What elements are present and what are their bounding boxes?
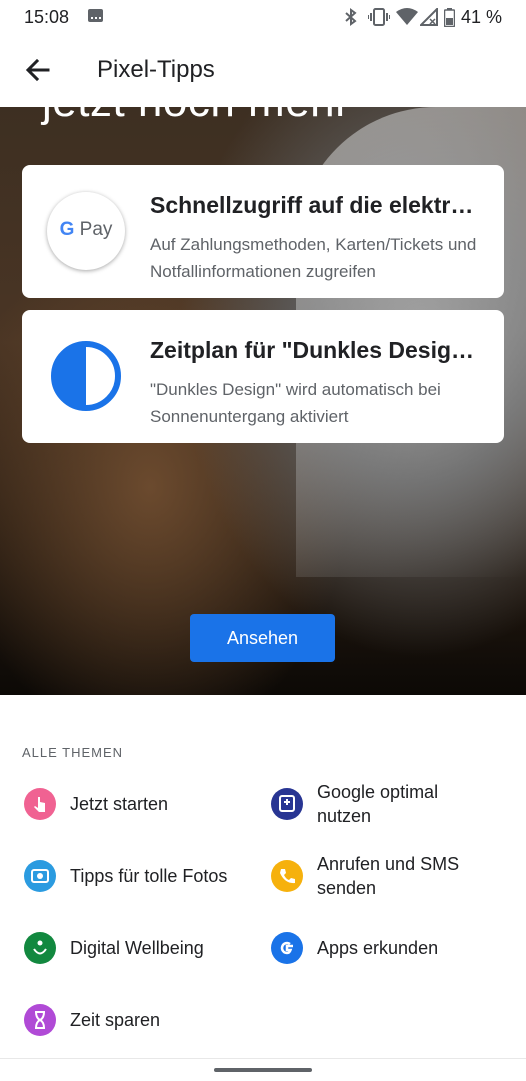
- bluetooth-icon: [343, 8, 359, 31]
- hero-headline: jetzt noch mehr: [42, 107, 350, 127]
- google-pay-icon: G Pay: [47, 192, 125, 270]
- notification-icon: [88, 9, 103, 29]
- hero-banner: jetzt noch mehr G Pay Schnellzugriff auf…: [0, 107, 526, 695]
- topic-label: Zeit sparen: [70, 1010, 161, 1030]
- topic-label: Tipps für tolle Fotos: [70, 866, 228, 886]
- camera-icon: [24, 860, 56, 892]
- topic-label: Apps erkunden: [317, 938, 439, 958]
- navigation-bar: [0, 1058, 526, 1081]
- app-bar: Pixel-Tipps: [0, 34, 526, 107]
- vibrate-icon: [367, 8, 391, 31]
- view-button[interactable]: Ansehen: [190, 614, 335, 662]
- phone-icon: [271, 860, 303, 892]
- topic-get-started[interactable]: Jetzt starten: [24, 788, 244, 828]
- google-pay-logo-g: G: [59, 219, 75, 240]
- battery-icon: [443, 8, 456, 32]
- wellbeing-icon: [24, 932, 56, 964]
- tip-card-title: Schnellzugriff auf die elektr…: [150, 192, 474, 218]
- cell-signal-icon: [418, 6, 438, 31]
- page-title: Pixel-Tipps: [97, 56, 215, 83]
- tip-card-title: Zeitplan für "Dunkles Desig…: [150, 337, 475, 363]
- topic-apps[interactable]: Apps erkunden: [271, 932, 511, 972]
- tip-card-dark-theme[interactable]: Zeitplan für "Dunkles Desig… "Dunkles De…: [22, 310, 504, 443]
- topic-label: Anrufen und SMS senden: [317, 854, 460, 898]
- topic-calls-sms[interactable]: Anrufen und SMS senden: [271, 854, 511, 908]
- tip-card-google-pay[interactable]: G Pay Schnellzugriff auf die elektr… Auf…: [22, 165, 504, 298]
- arrow-back-icon[interactable]: [22, 54, 54, 86]
- status-time: 15:08: [24, 7, 70, 27]
- topic-label: Jetzt starten: [70, 794, 169, 814]
- status-bar: 15:08 41 %: [0, 0, 526, 34]
- google-g-icon: [271, 932, 303, 964]
- topic-photos[interactable]: Tipps für tolle Fotos: [24, 860, 254, 900]
- tip-card-description: "Dunkles Design" wird automatisch bei So…: [150, 380, 441, 426]
- tip-card-description: Auf Zahlungsmethoden, Karten/Tickets und…: [150, 235, 477, 281]
- home-gesture-handle[interactable]: [214, 1068, 312, 1072]
- section-title-all-topics: ALLE THEMEN: [22, 745, 124, 760]
- topic-google[interactable]: Google optimal nutzen: [271, 782, 511, 836]
- dark-theme-icon: [49, 339, 123, 413]
- topic-save-time[interactable]: Zeit sparen: [24, 1004, 254, 1044]
- topic-label: Google optimal nutzen: [317, 782, 439, 826]
- wifi-icon: [396, 8, 418, 31]
- topic-label: Digital Wellbeing: [70, 938, 204, 958]
- google-pay-logo-pay: Pay: [79, 219, 113, 240]
- touch-icon: [24, 788, 56, 820]
- hourglass-icon: [24, 1004, 56, 1036]
- topic-wellbeing[interactable]: Digital Wellbeing: [24, 932, 254, 972]
- battery-percent: 41 %: [461, 7, 503, 27]
- google-assistant-icon: [271, 788, 303, 820]
